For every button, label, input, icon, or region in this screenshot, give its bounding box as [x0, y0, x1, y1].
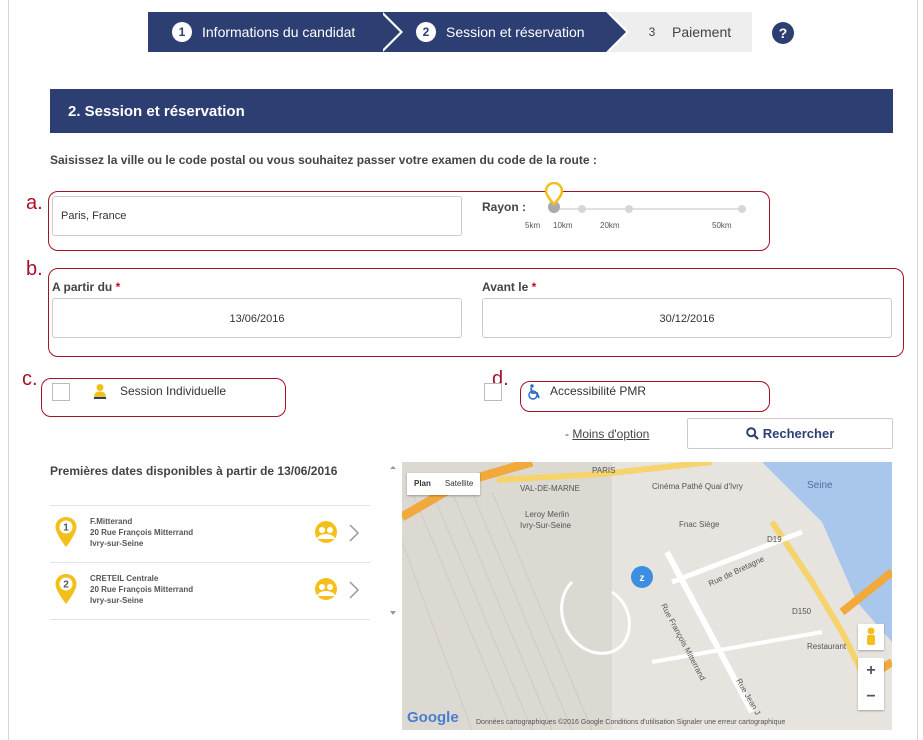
map-tab-plan[interactable]: Plan: [407, 473, 438, 495]
svg-text:z: z: [640, 573, 645, 584]
location-marker-icon: 2: [55, 574, 77, 604]
map-attribution[interactable]: Données cartographiques ©2016 Google Con…: [476, 719, 785, 726]
map-label: Ivry-Sur-Seine: [520, 521, 572, 530]
from-date-field[interactable]: 13/06/2016: [52, 298, 462, 338]
map-label: Cinéma Pathé Quai d'Ivry: [652, 482, 743, 491]
wheelchair-icon: [528, 384, 540, 400]
annotation-b: b.: [26, 258, 43, 280]
zoom-out-button[interactable]: −: [858, 684, 884, 710]
tick-label: 50km: [712, 221, 732, 230]
tick-label: 10km: [553, 221, 573, 230]
before-date-label: Avant le *: [482, 280, 537, 294]
map-type-tabs: Plan Satellite: [407, 473, 481, 495]
svg-text:1: 1: [63, 523, 69, 534]
pmr-accessibility-checkbox[interactable]: [484, 383, 502, 401]
map-label: Restaurant: [807, 642, 847, 651]
individual-session-label: Session Individuelle: [120, 384, 227, 398]
annotation-a: a.: [26, 192, 43, 214]
map-view[interactable]: z Cinéma Pathé Quai d'Ivry VAL-DE-MARNE …: [402, 462, 892, 730]
before-date-field[interactable]: 30/12/2016: [482, 298, 892, 338]
step-session-reservation[interactable]: 2 Session et réservation: [380, 12, 629, 52]
map-label: PARIS: [592, 466, 616, 475]
annotation-c: c.: [22, 368, 38, 390]
step-number: 3: [648, 25, 656, 39]
map-label: D19: [767, 535, 782, 544]
chevron-right-icon[interactable]: [348, 523, 360, 543]
less-options-link[interactable]: - Moins d'option: [565, 427, 649, 441]
slider-stop-10km[interactable]: [578, 205, 586, 213]
location-marker-icon: 1: [55, 517, 77, 547]
list-divider: [50, 619, 370, 620]
svg-text:2: 2: [63, 580, 69, 591]
center-info: F.Mitterand 20 Rue François Mitterrand I…: [90, 517, 194, 548]
center-info: CRETEIL Centrale 20 Rue François Mitterr…: [90, 574, 194, 605]
step-candidate-info[interactable]: 1 Informations du candidat: [148, 12, 403, 52]
from-date-label: A partir du *: [52, 280, 121, 294]
radius-label: Rayon :: [482, 200, 527, 214]
instruction-text: Saisissez la ville ou le code postal ou …: [50, 153, 597, 167]
step-label: Session et réservation: [446, 24, 585, 40]
map-label: D150: [792, 607, 812, 616]
map-label: Seine: [807, 480, 833, 491]
google-logo: Google: [407, 709, 459, 726]
help-icon[interactable]: ?: [772, 22, 794, 44]
map-tab-satellite[interactable]: Satellite: [438, 473, 480, 495]
zoom-in-button[interactable]: +: [858, 658, 884, 684]
map-label: VAL-DE-MARNE: [520, 484, 580, 493]
individual-session-checkbox[interactable]: [52, 383, 70, 401]
slider-stop-20km[interactable]: [625, 205, 633, 213]
city-input[interactable]: [52, 196, 462, 236]
step-number: 2: [416, 22, 436, 42]
results-title: Premières dates disponibles à partir de …: [50, 464, 338, 478]
step-label: Paiement: [672, 24, 732, 40]
slider-stop-50km[interactable]: [738, 205, 746, 213]
map-label: Leroy Merlin: [525, 510, 570, 519]
search-button[interactable]: Rechercher: [687, 418, 893, 449]
street-view-pegman-icon[interactable]: [858, 624, 884, 650]
tick-label: 5km: [525, 221, 541, 230]
map-canvas: z: [402, 462, 892, 730]
list-item[interactable]: 2 CRETEIL Centrale 20 Rue François Mitte…: [50, 562, 370, 618]
progress-stepper: 1 Informations du candidat 2 Session et …: [148, 12, 752, 52]
group-session-icon: [315, 578, 337, 600]
search-button-label: Rechercher: [762, 426, 835, 441]
chevron-right-icon[interactable]: [348, 580, 360, 600]
map-zoom-control: + −: [858, 658, 884, 710]
map-label: Fnac Siège: [679, 520, 720, 529]
step-number: 1: [172, 22, 192, 42]
search-icon: [745, 427, 759, 440]
list-item[interactable]: 1 F.Mitterand 20 Rue François Mitterrand…: [50, 505, 370, 561]
radius-marker-icon: [545, 182, 563, 206]
pmr-accessibility-label: Accessibilité PMR: [550, 384, 647, 398]
step-label: Informations du candidat: [202, 24, 356, 40]
section-title: 2. Session et réservation: [50, 89, 893, 133]
group-session-icon: [315, 521, 337, 543]
tick-label: 20km: [600, 221, 620, 230]
results-scrollbar[interactable]: [389, 466, 397, 616]
person-icon: [94, 384, 106, 399]
